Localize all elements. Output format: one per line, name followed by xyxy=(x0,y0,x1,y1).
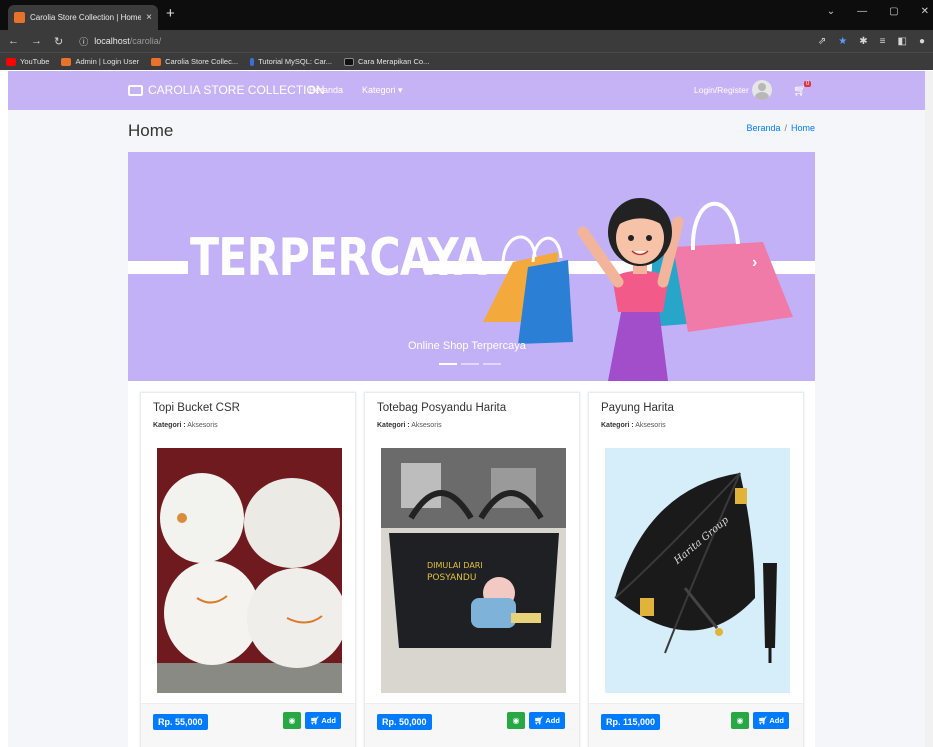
side-panel-icon[interactable]: ◧ xyxy=(898,36,907,47)
product-price: Rp. 50,000 xyxy=(377,714,432,730)
product-name[interactable]: Totebag Posyandu Harita xyxy=(377,402,506,414)
eye-icon: ◉ xyxy=(736,716,744,725)
page-scrollbar[interactable] xyxy=(925,71,933,747)
page-title: Home xyxy=(128,121,174,140)
product-category: Kategori : Aksesoris xyxy=(153,422,218,429)
eye-icon: ◉ xyxy=(512,716,520,725)
bookmark-carolia-store[interactable]: Carolia Store Collec... xyxy=(151,57,238,66)
product-price: Rp. 115,000 xyxy=(601,714,661,730)
product-image[interactable] xyxy=(157,448,342,693)
product-card: Payung Harita Kategori : Aksesoris Harit… xyxy=(588,392,804,747)
bookmark-tutorial-mysql[interactable]: Tutorial MySQL: Car... xyxy=(250,57,332,66)
close-tab-icon[interactable]: × xyxy=(146,12,152,23)
carousel-caption: Online Shop Terpercaya xyxy=(408,340,526,352)
cart-count-badge: 0 xyxy=(804,81,812,87)
tab-title: Carolia Store Collection | Home xyxy=(30,13,142,22)
nav-beranda[interactable]: Beranda xyxy=(309,85,343,95)
extensions-icon[interactable]: ✱ xyxy=(859,36,867,47)
bookmark-admin-login[interactable]: Admin | Login User xyxy=(61,57,139,66)
main-content: TERPERCAYA › Online Shop Terpercaya Topi… xyxy=(128,152,815,747)
store-favicon-icon xyxy=(61,57,72,66)
banner-heading: TERPERCAYA xyxy=(190,228,487,288)
store-favicon-icon xyxy=(14,12,25,23)
product-footer: Rp. 50,000 ◉ 🛒︎ Add xyxy=(365,703,579,747)
product-image[interactable]: Harita Group xyxy=(605,448,790,693)
cart-icon: 🛒︎ xyxy=(534,716,544,725)
product-footer: Rp. 115,000 ◉ 🛒︎ Add xyxy=(589,703,803,747)
address-bar-row: ← → ↻ ⓘ localhost/carolia/ ⇗ ★ ✱ ≡ ◧ ● xyxy=(0,30,933,52)
store-favicon-icon xyxy=(151,57,162,66)
svg-text:DIMULAI DARI: DIMULAI DARI xyxy=(427,561,483,570)
carousel-next-icon[interactable]: › xyxy=(752,254,757,272)
carousel-indicator[interactable] xyxy=(461,363,479,365)
maximize-icon[interactable]: ▢ xyxy=(889,6,898,17)
profile-icon[interactable]: ● xyxy=(919,36,925,47)
eye-icon: ◉ xyxy=(288,716,296,725)
add-to-cart-button[interactable]: 🛒︎ Add xyxy=(305,712,341,729)
view-product-button[interactable]: ◉ xyxy=(283,712,301,729)
product-name[interactable]: Payung Harita xyxy=(601,402,674,414)
user-avatar[interactable] xyxy=(752,80,772,100)
banner-stripe-left xyxy=(128,261,188,274)
carousel-indicators xyxy=(439,363,501,365)
product-footer: Rp. 55,000 ◉ 🛒︎ Add xyxy=(141,703,355,747)
nav-kategori-dropdown[interactable]: Kategori ▾ xyxy=(362,85,403,96)
close-window-icon[interactable]: ✕ xyxy=(921,6,929,17)
product-category: Kategori : Aksesoris xyxy=(601,422,666,429)
product-name[interactable]: Topi Bucket CSR xyxy=(153,402,240,414)
cart-icon: 🛒︎ xyxy=(758,716,768,725)
youtube-icon xyxy=(6,57,16,66)
reload-icon[interactable]: ↻ xyxy=(54,35,63,48)
toolbar-icons: ⇗ ★ ✱ ≡ ◧ ● xyxy=(818,36,925,47)
promo-carousel: TERPERCAYA › Online Shop Terpercaya xyxy=(128,152,815,381)
window-controls: ⌄ — ▢ ✕ xyxy=(827,6,933,17)
breadcrumb-separator: / xyxy=(784,123,787,133)
add-to-cart-button[interactable]: 🛒︎ Add xyxy=(753,712,789,729)
new-tab-button[interactable]: + xyxy=(166,6,175,21)
carousel-indicator[interactable] xyxy=(483,363,501,365)
add-to-cart-button[interactable]: 🛒︎ Add xyxy=(529,712,565,729)
share-icon[interactable]: ⇗ xyxy=(818,36,826,47)
minimize-icon[interactable]: — xyxy=(857,6,867,17)
brand-name: CAROLIA STORE COLLECTION xyxy=(148,83,325,97)
browser-tab-strip: Carolia Store Collection | Home × + ⌄ — … xyxy=(0,0,933,30)
forward-icon[interactable]: → xyxy=(31,35,42,47)
product-price: Rp. 55,000 xyxy=(153,714,208,730)
web-page: CAROLIA STORE COLLECTION Beranda Kategor… xyxy=(8,71,933,747)
product-image[interactable]: DIMULAI DARI POSYANDU xyxy=(381,448,566,693)
url-path: /carolia/ xyxy=(129,36,162,46)
breadcrumb: Beranda / Home xyxy=(746,123,815,133)
cart-icon: 🛒︎ xyxy=(310,716,320,725)
url-field[interactable]: ⓘ localhost/carolia/ xyxy=(79,35,161,48)
product-category: Kategori : Aksesoris xyxy=(377,422,442,429)
browser-tab[interactable]: Carolia Store Collection | Home × xyxy=(8,5,158,30)
login-register-link[interactable]: Login/Register xyxy=(694,85,749,95)
page-icon xyxy=(250,57,255,66)
bookmarks-bar: YouTube Admin | Login User Carolia Store… xyxy=(0,52,933,70)
carousel-indicator[interactable] xyxy=(439,363,457,365)
site-info-icon[interactable]: ⓘ xyxy=(79,35,88,48)
brand-link[interactable]: CAROLIA STORE COLLECTION xyxy=(128,83,325,97)
product-card: Topi Bucket CSR Kategori : Aksesoris Rp.… xyxy=(140,392,356,747)
bookmark-cara-merapikan[interactable]: Cara Merapikan Co... xyxy=(344,57,429,66)
site-navbar: CAROLIA STORE COLLECTION Beranda Kategor… xyxy=(8,71,933,110)
bookmark-star-icon[interactable]: ★ xyxy=(838,36,847,47)
page-icon xyxy=(344,57,355,66)
svg-text:POSYANDU: POSYANDU xyxy=(427,573,476,583)
store-logo-icon xyxy=(128,84,143,96)
product-card: Totebag Posyandu Harita Kategori : Akses… xyxy=(364,392,580,747)
tab-search-icon[interactable]: ⌄ xyxy=(827,6,835,17)
view-product-button[interactable]: ◉ xyxy=(731,712,749,729)
breadcrumb-home: Home xyxy=(790,123,815,133)
back-icon[interactable]: ← xyxy=(8,35,19,47)
bookmark-youtube[interactable]: YouTube xyxy=(6,57,49,66)
view-product-button[interactable]: ◉ xyxy=(507,712,525,729)
url-host: localhost xyxy=(94,36,130,46)
reading-list-icon[interactable]: ≡ xyxy=(880,36,886,47)
breadcrumb-beranda[interactable]: Beranda xyxy=(746,123,780,133)
